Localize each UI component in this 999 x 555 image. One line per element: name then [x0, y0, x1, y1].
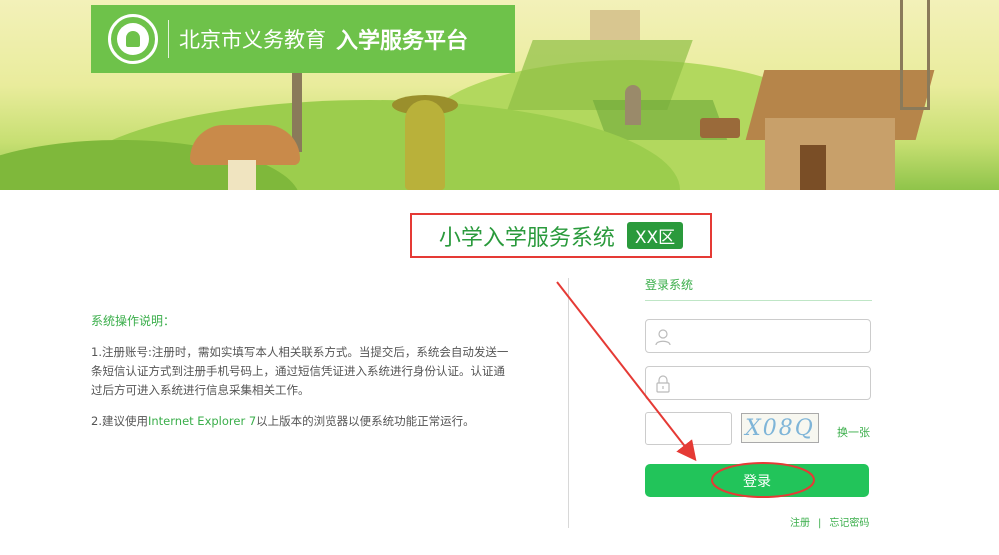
- instruction-browser-prefix: 2.建议使用: [91, 414, 148, 428]
- header-banner: 北京市义务教育 入学服务平台: [0, 0, 999, 190]
- instruction-item-register: 1.注册账号:注册时，需如实填写本人相关联系方式。当提交后，系统会自动发送一条短…: [91, 345, 509, 397]
- platform-name: 入学服务平台: [336, 29, 469, 54]
- house-icon: [765, 118, 895, 190]
- cart-icon: [700, 118, 740, 138]
- user-icon: [655, 329, 671, 346]
- scarecrow-icon: [405, 100, 445, 190]
- instructions-panel: 系统操作说明： 1.注册账号:注册时，需如实填写本人相关联系方式。当提交后，系统…: [91, 312, 511, 443]
- link-separator: |: [818, 518, 822, 529]
- lock-icon: [656, 375, 670, 393]
- captcha-input[interactable]: [645, 412, 732, 445]
- mushroom-stem: [228, 160, 256, 190]
- banner-castle: [590, 10, 640, 40]
- district-badge: XX区: [626, 222, 684, 249]
- instruction-item-browser: 2.建议使用Internet Explorer 7以上版本的浏览器以便系统功能正…: [91, 412, 511, 431]
- education-logo-icon: [108, 14, 158, 64]
- instruction-browser-suffix: 以上版本的浏览器以便系统功能正常运行。: [256, 414, 475, 428]
- house-door: [800, 145, 826, 190]
- refresh-captcha-link[interactable]: 换一张: [837, 424, 870, 440]
- site-logo-bar: 北京市义务教育 入学服务平台: [91, 5, 515, 73]
- banner-silo: [625, 85, 641, 125]
- tower-icon: [900, 0, 930, 110]
- password-field[interactable]: [645, 366, 871, 400]
- login-title: 登录系统: [645, 278, 694, 292]
- instruction-browser-name: Internet Explorer 7: [147, 414, 257, 428]
- username-field[interactable]: [645, 319, 871, 353]
- system-title-highlight: 小学入学服务系统 XX区: [410, 213, 712, 258]
- vertical-divider: [568, 278, 569, 528]
- captcha-image[interactable]: X08Q: [741, 413, 819, 443]
- forgot-password-link[interactable]: 忘记密码: [829, 518, 869, 529]
- logo-divider: [168, 20, 169, 58]
- login-title-underline: [645, 300, 872, 301]
- org-name: 北京市义务教育: [179, 28, 326, 52]
- mushroom-icon: [190, 125, 300, 165]
- login-button[interactable]: 登录: [645, 464, 869, 497]
- register-link[interactable]: 注册: [790, 518, 810, 529]
- instructions-heading: 系统操作说明：: [91, 314, 176, 328]
- system-title: 小学入学服务系统: [438, 225, 615, 251]
- logo-emblem: [117, 23, 149, 55]
- login-footer-links: 注册 | 忘记密码: [790, 514, 869, 529]
